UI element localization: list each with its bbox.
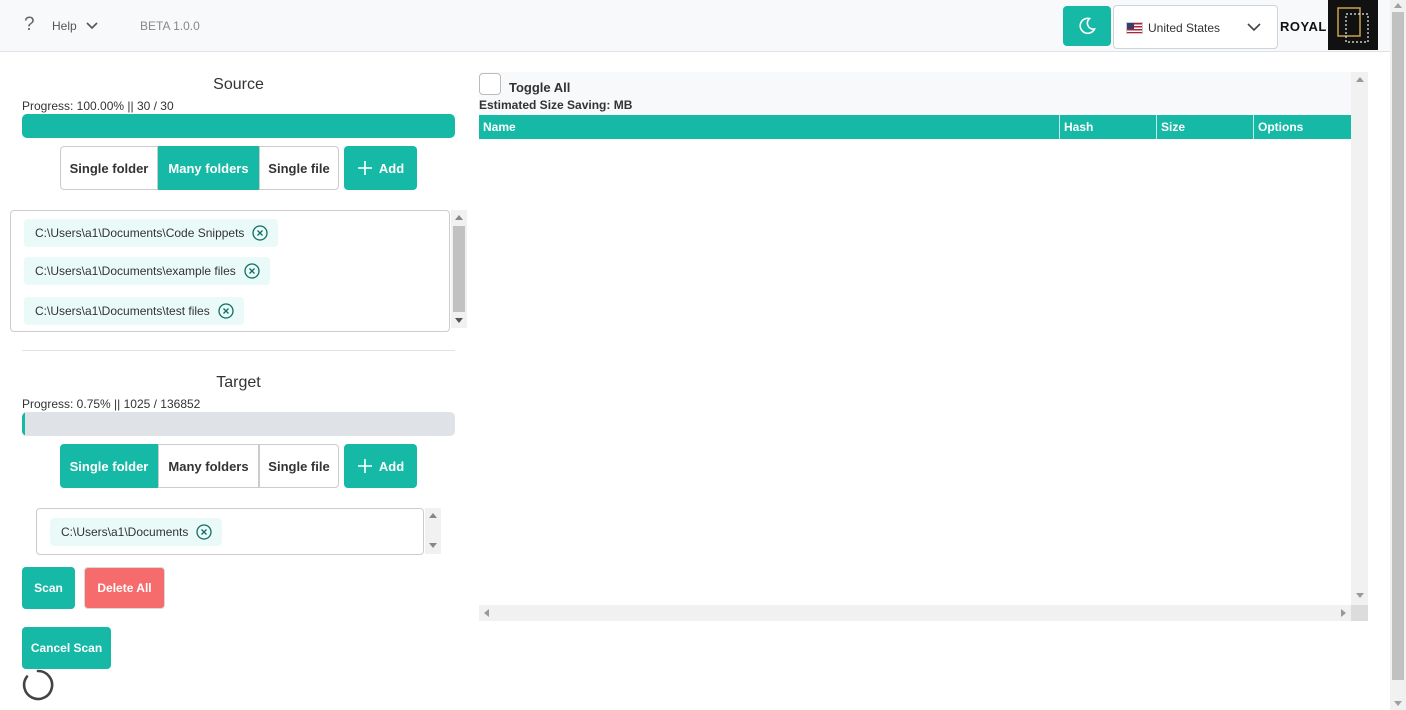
scroll-right-arrow-icon[interactable] <box>1341 609 1346 617</box>
scroll-down-arrow-icon[interactable] <box>1394 701 1402 706</box>
country-select-value: United States <box>1148 21 1221 35</box>
source-path-text: C:\Users\a1\Documents\example files <box>35 264 236 278</box>
scroll-down-arrow-icon[interactable] <box>1356 593 1364 598</box>
target-add-button[interactable]: Add <box>344 444 417 488</box>
version-label: BETA 1.0.0 <box>140 19 200 33</box>
loading-spinner-icon <box>22 669 54 704</box>
remove-circle-icon[interactable] <box>244 263 260 279</box>
remove-circle-icon[interactable] <box>196 524 213 540</box>
source-path-text: C:\Users\a1\Documents\test files <box>35 304 210 318</box>
source-progress-bar <box>22 114 455 138</box>
source-list-scrollbar-thumb[interactable] <box>453 226 465 312</box>
country-select[interactable]: United States <box>1113 5 1278 49</box>
brand-logo-text: ROYAL <box>1280 19 1327 34</box>
target-path-text: C:\Users\a1\Documents <box>61 525 189 539</box>
source-mode-single-file[interactable]: Single file <box>259 146 339 190</box>
plus-icon <box>357 459 372 473</box>
target-title: Target <box>216 374 261 391</box>
moon-icon <box>1079 17 1096 35</box>
source-path-chip: C:\Users\a1\Documents\test files <box>24 297 244 325</box>
target-progress-fill <box>22 412 26 436</box>
help-menu-label[interactable]: Help <box>52 19 77 33</box>
target-mode-single-folder[interactable]: Single folder <box>60 444 158 488</box>
target-progress-bar <box>22 412 455 436</box>
target-path-list: C:\Users\a1\Documents <box>36 508 424 555</box>
target-mode-many-folders[interactable]: Many folders <box>158 444 259 488</box>
source-mode-many-folders[interactable]: Many folders <box>158 146 259 190</box>
delete-all-button[interactable]: Delete All <box>84 567 165 609</box>
source-mode-single-folder[interactable]: Single folder <box>60 146 158 190</box>
target-add-label: Add <box>378 458 405 474</box>
brand-logo-icon <box>1328 0 1378 50</box>
results-panel <box>479 72 1351 606</box>
source-progress-text: Progress: 100.00% || 30 / 30 <box>22 99 174 113</box>
target-mode-group: Single folder Many folders Single file <box>60 444 339 488</box>
scan-button[interactable]: Scan <box>22 567 75 609</box>
dark-mode-toggle-button[interactable] <box>1063 6 1111 46</box>
target-path-chip: C:\Users\a1\Documents <box>50 518 223 546</box>
scrollbar-corner <box>1351 605 1368 621</box>
column-header-options[interactable]: Options <box>1254 115 1351 139</box>
page-scrollbar-thumb[interactable] <box>1392 12 1404 680</box>
source-add-label: Add <box>378 160 405 176</box>
source-path-list: C:\Users\a1\Documents\Code Snippets C:\U… <box>10 210 450 332</box>
source-progress-fill <box>22 114 455 138</box>
remove-circle-icon[interactable] <box>218 303 234 319</box>
results-table-header: Name Hash Size Options <box>479 115 1351 139</box>
target-progress-text: Progress: 0.75% || 1025 / 136852 <box>22 397 201 411</box>
scroll-up-arrow-icon[interactable] <box>1356 77 1364 82</box>
cancel-scan-button[interactable]: Cancel Scan <box>22 627 111 669</box>
source-title: Source <box>213 76 264 93</box>
scroll-left-arrow-icon[interactable] <box>484 609 489 617</box>
target-mode-single-file[interactable]: Single file <box>259 444 339 488</box>
scroll-down-arrow-icon[interactable] <box>455 318 463 323</box>
plus-icon <box>357 161 372 175</box>
toggle-all-label[interactable]: Toggle All <box>509 80 570 95</box>
toggle-all-checkbox[interactable] <box>479 73 501 95</box>
section-divider <box>22 350 455 351</box>
us-flag-icon <box>1126 22 1143 34</box>
remove-circle-icon[interactable] <box>252 225 269 241</box>
column-header-name[interactable]: Name <box>479 115 1060 139</box>
source-mode-group: Single folder Many folders Single file <box>60 146 339 190</box>
column-header-size[interactable]: Size <box>1157 115 1254 139</box>
results-vertical-scrollbar[interactable] <box>1351 72 1368 605</box>
column-header-hash[interactable]: Hash <box>1060 115 1157 139</box>
source-path-chip: C:\Users\a1\Documents\Code Snippets <box>24 219 279 247</box>
chevron-down-icon <box>1246 21 1262 36</box>
estimated-size-saving: Estimated Size Saving: MB <box>479 98 633 112</box>
scroll-up-arrow-icon[interactable] <box>429 513 437 518</box>
scroll-down-arrow-icon[interactable] <box>429 543 437 548</box>
source-add-button[interactable]: Add <box>344 146 417 190</box>
scroll-up-arrow-icon[interactable] <box>1394 3 1402 8</box>
scroll-up-arrow-icon[interactable] <box>455 215 463 220</box>
help-question-icon[interactable]: ? <box>24 14 35 36</box>
chevron-down-icon[interactable] <box>86 20 98 34</box>
source-path-chip: C:\Users\a1\Documents\example files <box>24 257 270 285</box>
results-horizontal-scrollbar[interactable] <box>479 605 1351 621</box>
source-path-text: C:\Users\a1\Documents\Code Snippets <box>35 226 245 240</box>
